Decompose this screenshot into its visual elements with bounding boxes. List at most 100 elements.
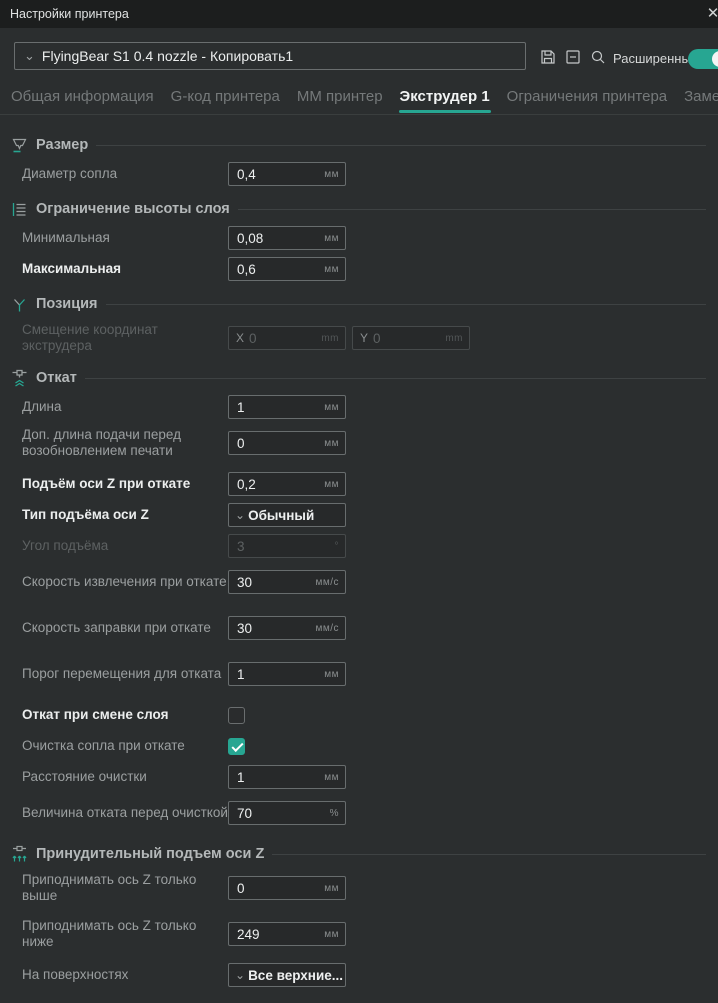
setting-label: Величина отката перед очисткой xyxy=(10,805,228,821)
setting-label: Тип подъёма оси Z xyxy=(10,507,228,523)
extruder-offset-y-input[interactable] xyxy=(368,331,469,346)
settings-tabs: Общая информация G-код принтера ММ принт… xyxy=(0,84,718,115)
setting-row: Диаметр сопла мм xyxy=(10,161,706,187)
extruder-offset-x-field: X mm xyxy=(228,326,346,350)
retraction-icon xyxy=(10,369,29,388)
nozzle-diameter-input[interactable] xyxy=(229,167,345,182)
z-lift-below-input[interactable] xyxy=(229,927,345,942)
retract-length-input[interactable] xyxy=(229,400,345,415)
section-title: Ограничение высоты слоя xyxy=(36,201,230,217)
retract-before-wipe-input[interactable] xyxy=(229,806,345,821)
travel-threshold-input[interactable] xyxy=(229,667,345,682)
tab-printer-limits[interactable]: Ограничения принтера xyxy=(506,84,668,113)
section-title: Откат xyxy=(36,370,77,386)
section-divider xyxy=(85,378,706,379)
section-header-retraction: Откат xyxy=(10,366,706,390)
z-hop-icon xyxy=(10,845,29,864)
section-header-layer-height: Ограничение высоты слоя xyxy=(10,197,706,221)
z-hop-angle-input[interactable] xyxy=(229,539,345,554)
chevron-down-icon: ⌄ xyxy=(229,968,248,982)
setting-row: Приподнимать ось Z только выше мм xyxy=(10,870,706,906)
section-divider xyxy=(106,304,707,305)
setting-label: Смещение координат экструдера xyxy=(10,322,228,354)
extruder-offset-y-field: Y mm xyxy=(352,326,470,350)
close-icon[interactable]: ✕ xyxy=(703,4,718,22)
setting-label: Откат при смене слоя xyxy=(10,707,228,723)
setting-label: Диаметр сопла xyxy=(10,166,228,182)
prime-speed-input[interactable] xyxy=(229,621,345,636)
tab-gcode[interactable]: G-код принтера xyxy=(170,84,281,113)
max-layer-height-input[interactable] xyxy=(229,262,345,277)
section-title: Размер xyxy=(36,137,88,153)
selected-option: Обычный xyxy=(248,508,314,523)
setting-label: Максимальная xyxy=(10,261,228,277)
wipe-distance-input[interactable] xyxy=(229,770,345,785)
prime-speed-field: мм/с xyxy=(228,616,346,640)
section-header-position: Позиция xyxy=(10,292,706,316)
setting-row: Тип подъёма оси Z ⌄ Обычный xyxy=(10,502,706,528)
retract-before-wipe-field: % xyxy=(228,801,346,825)
section-title: Позиция xyxy=(36,296,98,312)
z-lift-above-input[interactable] xyxy=(229,881,345,896)
chevron-down-icon: ⌄ xyxy=(15,48,42,64)
advanced-mode-toggle[interactable] xyxy=(688,49,718,69)
retract-on-layer-change-checkbox[interactable] xyxy=(228,707,245,724)
printer-preset-value: FlyingBear S1 0.4 nozzle - Копировать1 xyxy=(42,48,293,64)
setting-row: Приподнимать ось Z только ниже мм xyxy=(10,916,706,952)
wipe-nozzle-checkbox[interactable] xyxy=(228,738,245,755)
section-divider xyxy=(96,145,706,146)
position-axes-icon xyxy=(10,295,29,314)
setting-label: Приподнимать ось Z только выше xyxy=(10,872,228,904)
setting-label: Очистка сопла при откате xyxy=(10,738,228,754)
z-hop-type-select[interactable]: ⌄ Обычный xyxy=(228,503,346,527)
setting-row: Порог перемещения для отката мм xyxy=(10,656,706,692)
setting-row: Минимальная мм xyxy=(10,225,706,251)
min-layer-height-input[interactable] xyxy=(229,231,345,246)
setting-row: Очистка сопла при откате xyxy=(10,733,706,759)
axis-x-prefix: X xyxy=(229,331,244,345)
setting-label: Подъём оси Z при откате xyxy=(10,476,228,492)
printer-preset-select[interactable]: ⌄ FlyingBear S1 0.4 nozzle - Копировать1 xyxy=(14,42,526,70)
tab-mm-printer[interactable]: ММ принтер xyxy=(296,84,384,113)
setting-label: Порог перемещения для отката xyxy=(10,666,228,682)
layer-height-icon xyxy=(10,200,29,219)
nozzle-icon xyxy=(10,136,29,155)
setting-row: Скорость извлечения при откате мм/с xyxy=(10,564,706,600)
save-preset-button[interactable] xyxy=(539,48,557,66)
wipe-distance-field: мм xyxy=(228,765,346,789)
advanced-mode-label: Расширенный xyxy=(613,51,698,66)
z-hop-height-input[interactable] xyxy=(229,477,345,492)
tab-general-info[interactable]: Общая информация xyxy=(10,84,155,113)
z-hop-angle-field: ° xyxy=(228,534,346,558)
extra-prime-input[interactable] xyxy=(229,436,345,451)
retract-speed-input[interactable] xyxy=(229,575,345,590)
section-divider xyxy=(272,854,706,855)
setting-row: Расстояние очистки мм xyxy=(10,764,706,790)
surfaces-select[interactable]: ⌄ Все верхние... xyxy=(228,963,346,987)
setting-label: Доп. длина подачи перед возобновлением п… xyxy=(10,427,228,459)
setting-label: Расстояние очистки xyxy=(10,769,228,785)
extra-prime-field: мм xyxy=(228,431,346,455)
setting-label: Скорость извлечения при откате xyxy=(10,574,228,590)
setting-row: Длина мм xyxy=(10,394,706,420)
remove-preset-button[interactable] xyxy=(564,48,582,66)
tab-extruder-1[interactable]: Экструдер 1 xyxy=(399,84,491,113)
axis-y-prefix: Y xyxy=(353,331,368,345)
travel-threshold-field: мм xyxy=(228,662,346,686)
search-icon[interactable] xyxy=(589,48,607,66)
setting-row: Угол подъёма ° xyxy=(10,533,706,559)
section-title: Принудительный подъем оси Z xyxy=(36,846,264,862)
setting-row: На поверхностях ⌄ Все верхние... xyxy=(10,962,706,988)
toolbar: ⌄ FlyingBear S1 0.4 nozzle - Копировать1… xyxy=(0,28,718,84)
setting-label: Длина xyxy=(10,399,228,415)
setting-label: Приподнимать ось Z только ниже xyxy=(10,918,228,950)
section-header-forced-z-hop: Принудительный подъем оси Z xyxy=(10,842,706,866)
setting-label: Минимальная xyxy=(10,230,228,246)
extruder-offset-x-input[interactable] xyxy=(244,331,345,346)
setting-row: Скорость заправки при откате мм/с xyxy=(10,610,706,646)
tab-truncated[interactable]: Заме xyxy=(683,84,718,113)
section-divider xyxy=(238,209,706,210)
dialog-title: Настройки принтера xyxy=(0,7,129,21)
selected-option: Все верхние... xyxy=(248,968,343,983)
z-lift-below-field: мм xyxy=(228,922,346,946)
